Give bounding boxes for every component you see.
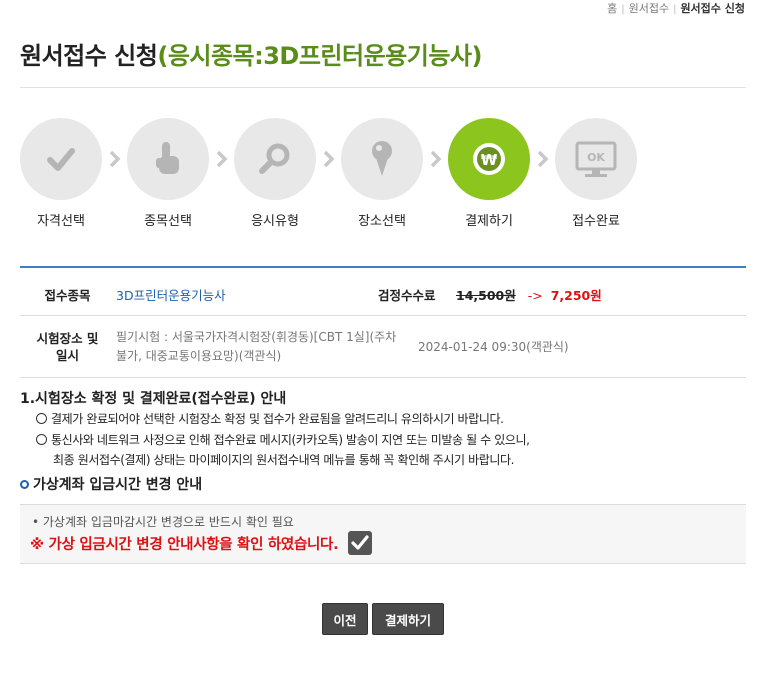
table-row: 시험장소 및 일시 필기시험 : 서울국가자격시험장(휘경동)[CBT 1실](… xyxy=(20,316,746,378)
virtual-account-note: • 가상계좌 입금마감시간 변경으로 반드시 확인 필요 xyxy=(32,515,294,529)
venue-label-line1: 시험장소 및 xyxy=(36,331,99,346)
notice-text: 통신사와 네트워크 사정으로 인해 접수완료 메시지(카카오톡) 발송이 지연 … xyxy=(51,433,530,447)
notice-item-continued: 최종 원서접수(결제) 상태는 마이페이지의 원서접수내역 메뉴를 통해 꼭 확… xyxy=(53,453,515,467)
venue-datetime: 2024-01-24 09:30(객관식) xyxy=(418,340,569,354)
fee-arrow: -> xyxy=(527,288,543,303)
subject-value: 3D프린터운용기능사 xyxy=(116,288,226,303)
virtual-account-title: 가상계좌 입금시간 변경 안내 xyxy=(20,474,202,494)
chevron-right-icon xyxy=(427,146,445,172)
venue-line2: 불가, 대중교통이용요망)(객관식) xyxy=(116,349,282,363)
breadcrumb-home[interactable]: 홈 xyxy=(607,2,617,15)
notice-item: 통신사와 네트워크 사정으로 인해 접수완료 메시지(카카오톡) 발송이 지연 … xyxy=(36,431,530,448)
application-info-table: 접수종목 3D프린터운용기능사 검정수수료 14,500원 -> 7,250원 … xyxy=(20,266,746,378)
svg-text:OK: OK xyxy=(587,151,605,164)
step-label: 응시유형 xyxy=(251,214,299,229)
chevron-right-icon xyxy=(320,146,338,172)
step-label: 자격선택 xyxy=(37,214,85,229)
touch-hand-icon xyxy=(127,118,209,200)
venue-value: 필기시험 : 서울국가자격시험장(휘경동)[CBT 1실](주차 불가, 대중교… xyxy=(116,328,396,366)
checkmark-icon xyxy=(351,535,369,550)
step-complete: OK 접수완료 xyxy=(551,118,641,229)
check-icon xyxy=(20,118,102,200)
circle-bullet-icon xyxy=(36,434,47,445)
fee-discounted: 7,250원 xyxy=(550,288,602,303)
magnifier-icon xyxy=(234,118,316,200)
confirm-text: ※ 가상 입금시간 변경 안내사항을 확인 하였습니다. xyxy=(30,536,339,553)
step-label: 종목선택 xyxy=(144,214,192,229)
virtual-account-title-text: 가상계좌 입금시간 변경 안내 xyxy=(33,477,203,493)
chevron-right-icon xyxy=(213,146,231,172)
step-qualification: 자격선택 xyxy=(16,118,106,229)
venue-label-line2: 일시 xyxy=(55,348,79,363)
virtual-account-confirm: ※ 가상 입금시간 변경 안내사항을 확인 하였습니다. xyxy=(30,531,373,555)
svg-text:₩: ₩ xyxy=(481,151,498,169)
page-title-main: 원서접수 신청 xyxy=(20,42,158,70)
step-subject: 종목선택 xyxy=(123,118,213,229)
step-label: 장소선택 xyxy=(358,214,406,229)
notice-title: 1.시험장소 확정 및 결제완료(접수완료) 안내 xyxy=(20,391,287,407)
step-label: 결제하기 xyxy=(465,214,513,229)
subject-label: 접수종목 xyxy=(44,288,91,303)
virtual-account-box: • 가상계좌 입금마감시간 변경으로 반드시 확인 필요 ※ 가상 입금시간 변… xyxy=(20,504,746,564)
step-exam-type: 응시유형 xyxy=(230,118,320,229)
page-title: 원서접수 신청(응시종목:3D프린터운용기능사) xyxy=(20,36,482,71)
chevron-right-icon xyxy=(534,146,552,172)
step-progress: 자격선택 종목선택 응시유형 장소선택 ₩ 결제하기 OK 접수완료 xyxy=(20,118,746,229)
pay-button[interactable]: 결제하기 xyxy=(372,603,444,635)
confirm-checkbox[interactable] xyxy=(348,531,373,555)
fee-label: 검정수수료 xyxy=(378,288,436,303)
step-payment: ₩ 결제하기 xyxy=(444,118,534,229)
step-label: 접수완료 xyxy=(572,214,620,229)
ring-bullet-icon xyxy=(20,479,29,489)
title-divider xyxy=(20,87,746,88)
breadcrumb-current: 원서접수 신청 xyxy=(680,2,745,15)
venue-label: 시험장소 및 일시 xyxy=(20,330,115,364)
venue-line1: 필기시험 : 서울국가자격시험장(휘경동)[CBT 1실](주차 xyxy=(116,330,397,344)
won-coin-icon: ₩ xyxy=(448,118,530,200)
location-pin-icon xyxy=(341,118,423,200)
prev-button[interactable]: 이전 xyxy=(322,603,368,635)
breadcrumb-apply[interactable]: 원서접수 xyxy=(629,2,669,15)
page-title-subject: (응시종목:3D프린터운용기능사) xyxy=(157,42,482,70)
table-row: 접수종목 3D프린터운용기능사 검정수수료 14,500원 -> 7,250원 xyxy=(20,268,746,316)
notice-text: 결제가 완료되어야 선택한 시험장소 확정 및 접수가 완료됨을 알려드리니 유… xyxy=(51,412,504,426)
notice-item: 결제가 완료되어야 선택한 시험장소 확정 및 접수가 완료됨을 알려드리니 유… xyxy=(36,410,504,427)
fee-value: 14,500원 -> 7,250원 xyxy=(456,285,602,304)
circle-bullet-icon xyxy=(36,413,47,424)
breadcrumb-separator: | xyxy=(673,4,677,15)
fee-original: 14,500원 xyxy=(456,288,516,303)
chevron-right-icon xyxy=(106,146,124,172)
step-location: 장소선택 xyxy=(337,118,427,229)
breadcrumb-separator: | xyxy=(621,4,625,15)
ok-monitor-icon: OK xyxy=(555,118,637,200)
breadcrumb: 홈 | 원서접수 | 원서접수 신청 xyxy=(607,0,745,16)
